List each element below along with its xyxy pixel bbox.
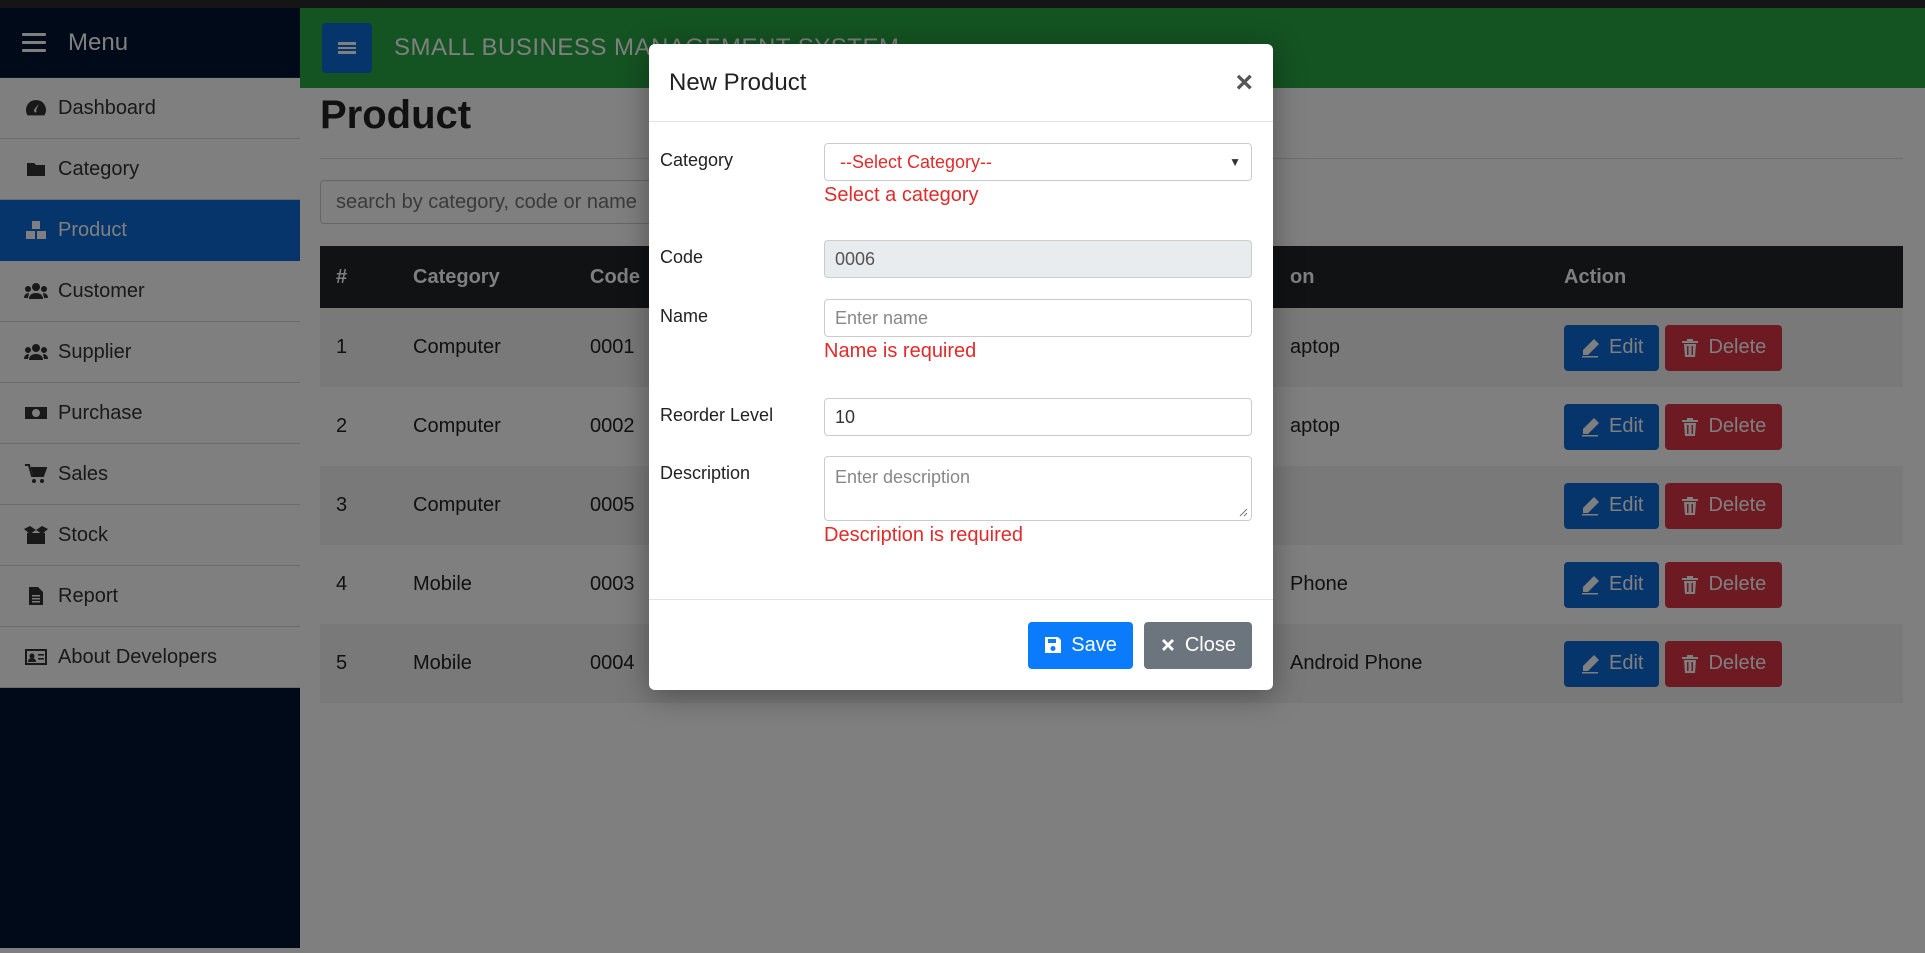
modal-body: Category --Select Category-- ▼ Select a …: [649, 122, 1273, 598]
close-label: Close: [1184, 633, 1236, 656]
reorder-level-value: 10: [835, 406, 856, 427]
category-label: Category: [660, 150, 734, 170]
code-value: 0006: [835, 248, 876, 269]
category-select[interactable]: --Select Category-- ▼: [824, 143, 1252, 181]
code-field: 0006: [824, 240, 1252, 278]
save-icon: [1045, 637, 1062, 653]
chevron-down-icon: ▼: [1229, 155, 1241, 169]
reorder-level-field[interactable]: 10: [824, 398, 1252, 436]
save-label: Save: [1071, 633, 1117, 656]
new-product-modal: New Product × Category --Select Category…: [649, 44, 1273, 690]
times-icon: [1161, 639, 1174, 651]
code-label: Code: [660, 247, 704, 267]
description-label: Description: [660, 463, 751, 483]
modal-header: New Product ×: [649, 44, 1273, 122]
close-icon[interactable]: ×: [1235, 67, 1253, 98]
name-field[interactable]: Enter name: [824, 299, 1252, 337]
reorder-level-label: Reorder Level: [660, 405, 774, 425]
modal-title: New Product: [669, 68, 807, 96]
description-field[interactable]: Enter description: [824, 456, 1252, 521]
description-error: Description is required: [824, 524, 1023, 546]
resize-handle-icon[interactable]: [1238, 507, 1248, 517]
save-button[interactable]: Save: [1028, 621, 1133, 669]
category-error: Select a category: [824, 184, 979, 206]
modal-footer: Save Close: [649, 599, 1273, 690]
close-button[interactable]: Close: [1143, 621, 1252, 669]
name-label: Name: [660, 306, 709, 326]
name-placeholder: Enter name: [835, 307, 929, 328]
category-select-value: --Select Category--: [840, 151, 993, 172]
name-error: Name is required: [824, 340, 977, 362]
description-placeholder: Enter description: [835, 467, 971, 487]
